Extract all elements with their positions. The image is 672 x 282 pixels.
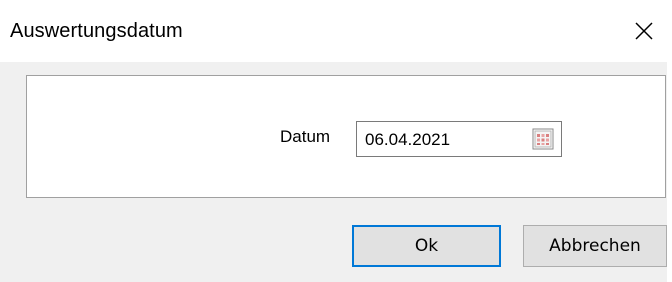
date-label: Datum xyxy=(280,127,331,146)
close-button[interactable] xyxy=(616,0,672,62)
window-title: Auswertungsdatum xyxy=(10,20,183,42)
calendar-icon xyxy=(532,128,554,150)
evaluation-date-dialog: Auswertungsdatum Datum 06.04.2021 Ok Abb… xyxy=(0,0,672,282)
close-icon xyxy=(635,22,653,40)
ok-button[interactable]: Ok xyxy=(352,225,501,267)
title-bar: Auswertungsdatum xyxy=(0,0,672,62)
date-value[interactable]: 06.04.2021 xyxy=(365,130,450,150)
calendar-button[interactable] xyxy=(532,128,554,150)
window-edge xyxy=(667,0,672,282)
date-input[interactable]: 06.04.2021 xyxy=(356,121,562,157)
cancel-button[interactable]: Abbrechen xyxy=(523,225,667,267)
content-panel xyxy=(26,75,666,198)
